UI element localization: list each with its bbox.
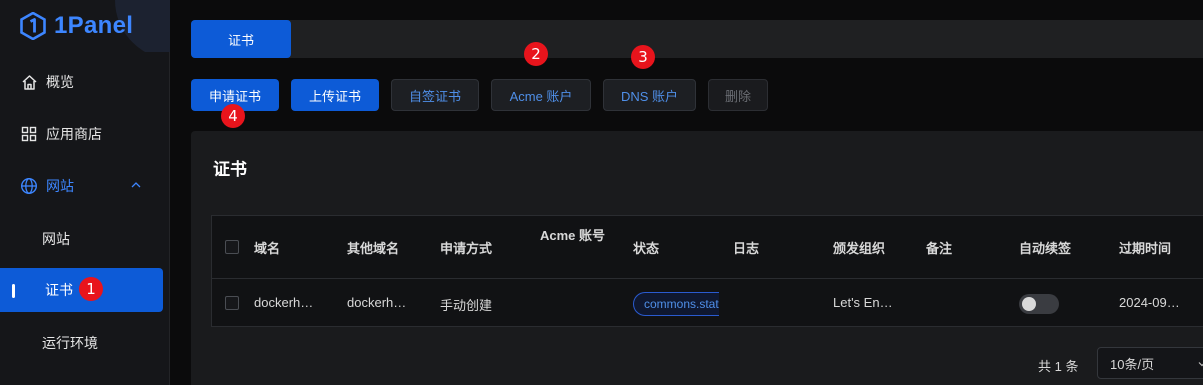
logo-text: 1Panel: [54, 12, 134, 39]
annotation-badge-2: 2: [524, 42, 548, 66]
logo-icon: [20, 12, 46, 40]
self-signed-certificate-button[interactable]: 自签证书: [391, 79, 479, 111]
upload-certificate-button[interactable]: 上传证书: [291, 79, 379, 111]
column-header: 颁发组织: [833, 241, 886, 256]
selection-indicator: [12, 284, 15, 298]
globe-icon: [20, 177, 38, 195]
page-size-value: 10条/页: [1110, 356, 1155, 372]
home-icon: [20, 73, 38, 91]
sidebar-item-label: 概览: [46, 74, 74, 90]
annotation-badge-1: 1: [79, 277, 103, 301]
issuer-cell: Let's En…: [833, 295, 893, 310]
other-domains-cell: dockerh…: [347, 295, 407, 310]
chevron-down-icon: [1198, 362, 1203, 367]
column-header: 域名: [254, 241, 281, 256]
sidebar-subitem-runtime[interactable]: 运行环境: [0, 321, 170, 365]
sidebar-item-label: 网站: [46, 178, 74, 194]
expire-cell: 2024-09…: [1119, 295, 1180, 310]
tab-bar: 证书: [191, 20, 1203, 58]
annotation-badge-4: 4: [221, 104, 245, 128]
method-cell: 手动创建: [440, 298, 493, 313]
column-header: 申请方式: [440, 241, 493, 256]
column-header: 日志: [733, 241, 760, 256]
pagination-total: 共 1 条: [1038, 359, 1079, 374]
certificate-table: 域名 其他域名 申请方式 Acme 账号 状态 日志 颁发组织 备注 自动续签 …: [211, 215, 1203, 327]
table-row[interactable]: dockerh… dockerh… 手动创建 commons.status Le…: [212, 279, 1203, 327]
chevron-up-icon: [131, 182, 141, 188]
row-checkbox[interactable]: [225, 296, 239, 310]
page-size-select[interactable]: 10条/页: [1097, 347, 1203, 379]
column-header: 其他域名: [347, 241, 400, 256]
table-header: 域名 其他域名 申请方式 Acme 账号 状态 日志 颁发组织 备注 自动续签 …: [212, 216, 1203, 279]
column-header: 备注: [926, 241, 953, 256]
acme-account-button[interactable]: Acme 账户: [491, 79, 591, 111]
card-title: 证书: [213, 160, 247, 179]
sidebar-item-label: 运行环境: [42, 335, 98, 351]
certificate-card: 证书 域名 其他域名 申请方式 Acme 账号 状态 日志 颁发组织 备注 自动…: [191, 131, 1203, 385]
column-header: 自动续签: [1019, 241, 1072, 256]
sidebar: 1Panel 概览 应用商店 网站 网站 证书 运行环境: [0, 0, 170, 385]
sidebar-item-label: 证书: [45, 282, 73, 298]
sidebar-item-overview[interactable]: 概览: [0, 60, 170, 104]
delete-button[interactable]: 删除: [708, 79, 768, 111]
sidebar-item-label: 应用商店: [46, 126, 102, 142]
dns-account-button[interactable]: DNS 账户: [603, 79, 696, 111]
sidebar-item-label: 网站: [42, 231, 70, 247]
sidebar-item-app-store[interactable]: 应用商店: [0, 112, 170, 156]
sidebar-subitem-websites[interactable]: 网站: [0, 217, 170, 261]
logo[interactable]: 1Panel: [20, 12, 133, 40]
grid-icon: [20, 125, 38, 143]
annotation-badge-3: 3: [631, 45, 655, 69]
logo-area: 1Panel: [0, 0, 170, 52]
sidebar-item-websites[interactable]: 网站: [0, 164, 170, 208]
toggle-knob: [1022, 297, 1036, 311]
column-header: Acme 账号: [540, 228, 606, 243]
domain-cell: dockerh…: [254, 295, 314, 310]
column-header: 过期时间: [1119, 241, 1172, 256]
tab-certificates[interactable]: 证书: [191, 20, 291, 58]
status-badge: commons.status: [633, 292, 719, 316]
column-header: 状态: [633, 241, 660, 256]
auto-renew-toggle[interactable]: [1019, 294, 1059, 314]
select-all-checkbox[interactable]: [225, 240, 239, 254]
